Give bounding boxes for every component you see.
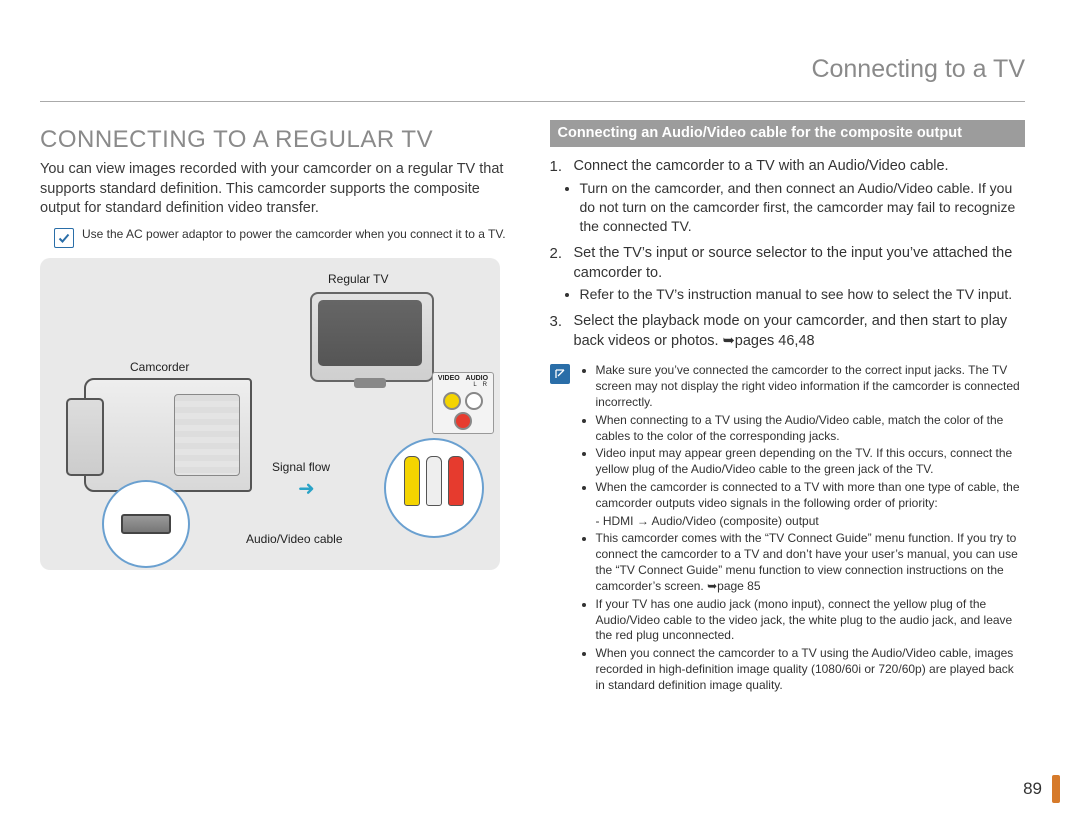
jack-yellow-icon xyxy=(443,392,461,410)
plug-red-icon xyxy=(448,456,464,506)
tip-item: This camcorder comes with the “TV Connec… xyxy=(596,531,1026,594)
step-text: Connect the camcorder to a TV with an Au… xyxy=(574,157,949,177)
header-bar: Connecting to a TV xyxy=(40,55,1025,102)
arrow-icon: ➜ xyxy=(298,476,315,501)
tv-illustration xyxy=(310,292,434,382)
step-2: 2. Set the TV’s input or source selector… xyxy=(550,244,1026,283)
label-av-cable: Audio/Video cable xyxy=(246,532,343,546)
tip-item: When connecting to a TV using the Audio/… xyxy=(596,413,1026,445)
subheading-box: Connecting an Audio/Video cable for the … xyxy=(550,120,1026,147)
label-camcorder: Camcorder xyxy=(130,360,189,374)
step-number: 1. xyxy=(550,157,566,177)
step-3: 3. Select the playback mode on your camc… xyxy=(550,312,1026,351)
av-plugs-closeup xyxy=(384,438,484,538)
two-column-layout: CONNECTING TO A REGULAR TV You can view … xyxy=(40,120,1025,696)
step-number: 3. xyxy=(550,312,566,351)
camcorder-illustration xyxy=(84,378,252,492)
step-text: Select the playback mode on your camcord… xyxy=(574,312,1026,351)
bullet-item: Turn on the camcorder, and then connect … xyxy=(580,179,1026,236)
step-1-bullets: Turn on the camcorder, and then connect … xyxy=(560,179,1026,236)
section-title: Connecting to a TV xyxy=(811,55,1025,83)
tip-item: Make sure you’ve connected the camcorder… xyxy=(596,363,1026,410)
tip-subitem: HDMI → Audio/Video (composite) output xyxy=(596,514,1026,530)
label-video: VIDEO xyxy=(438,375,460,382)
connection-diagram: Regular TV VIDEO AUDIO L R xyxy=(40,258,500,570)
step-1: 1. Connect the camcorder to a TV with an… xyxy=(550,157,1026,177)
tips-box: Make sure you’ve connected the camcorder… xyxy=(550,361,1026,696)
label-audio: AUDIO xyxy=(466,375,489,382)
note-icon xyxy=(550,364,570,384)
bullet-item: Refer to the TV’s instruction manual to … xyxy=(580,285,1026,304)
plug-yellow-icon xyxy=(404,456,420,506)
tip-item: When you connect the camcorder to a TV u… xyxy=(596,646,1026,693)
intro-paragraph: You can view images recorded with your c… xyxy=(40,160,516,219)
note-text: Use the AC power adaptor to power the ca… xyxy=(82,227,506,243)
tv-stand xyxy=(354,378,386,388)
tip-item: When the camcorder is connected to a TV … xyxy=(596,480,1026,512)
jack-red-icon xyxy=(454,412,472,430)
check-icon xyxy=(54,228,74,248)
step-2-bullets: Refer to the TV’s instruction manual to … xyxy=(560,285,1026,304)
step-number: 2. xyxy=(550,244,566,283)
label-signal-flow: Signal flow xyxy=(272,460,330,474)
label-r: R xyxy=(483,382,487,388)
page-number: 89 xyxy=(1023,779,1042,799)
thumb-tab xyxy=(1052,775,1060,803)
camcorder-port-closeup xyxy=(102,480,190,568)
note-row: Use the AC power adaptor to power the ca… xyxy=(54,227,516,248)
label-l: L xyxy=(473,382,476,388)
plug-white-icon xyxy=(426,456,442,506)
right-column: Connecting an Audio/Video cable for the … xyxy=(550,120,1026,696)
tip-item: Video input may appear green depending o… xyxy=(596,446,1026,478)
label-regular-tv: Regular TV xyxy=(328,272,388,286)
tip-item: If your TV has one audio jack (mono inpu… xyxy=(596,597,1026,644)
jack-white-icon xyxy=(465,392,483,410)
page-heading: CONNECTING TO A REGULAR TV xyxy=(40,126,516,154)
tips-list: Make sure you’ve connected the camcorder… xyxy=(580,361,1026,696)
av-jack-panel: VIDEO AUDIO L R xyxy=(432,372,494,434)
left-column: CONNECTING TO A REGULAR TV You can view … xyxy=(40,120,516,696)
step-text: Set the TV’s input or source selector to… xyxy=(574,244,1026,283)
page: Connecting to a TV CONNECTING TO A REGUL… xyxy=(0,0,1080,825)
